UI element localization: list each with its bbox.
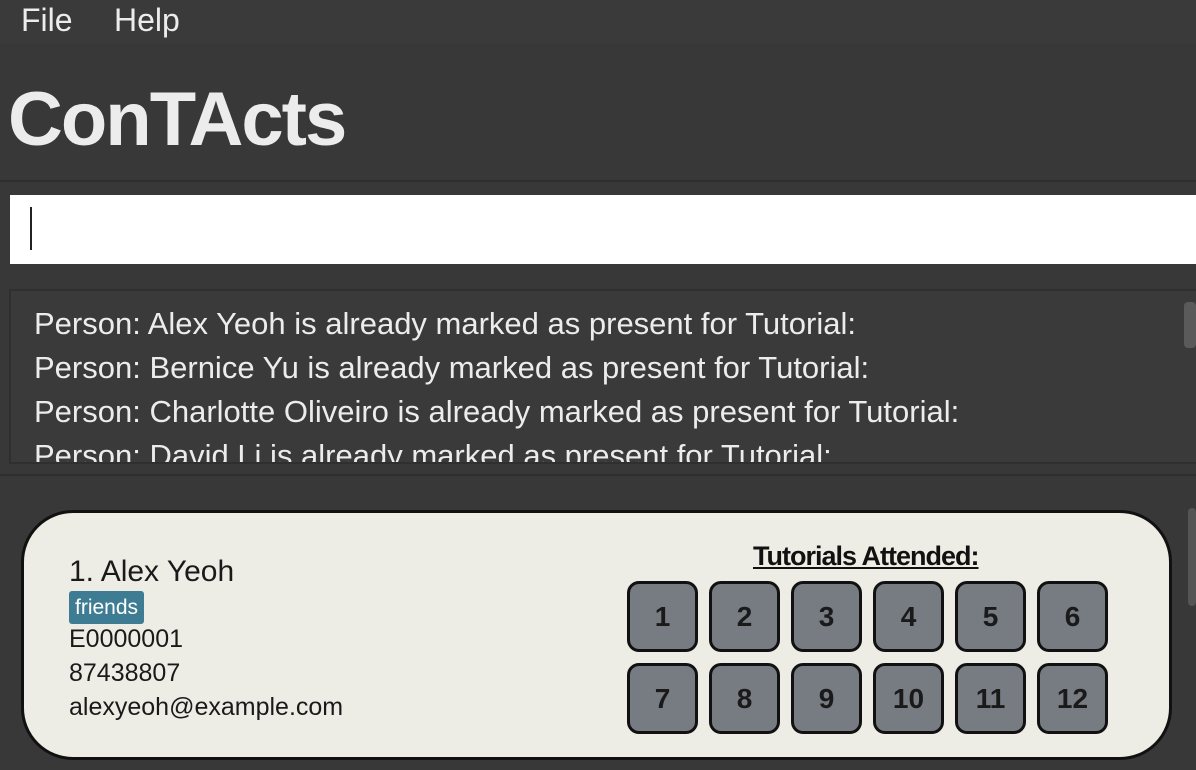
app-title: ConTActs [8, 77, 347, 162]
student-id: E0000001 [69, 625, 184, 653]
tutorial-box: 10 [873, 663, 944, 734]
menu-help[interactable]: Help [114, 2, 180, 39]
person-name: 1. Alex Yeoh [69, 555, 235, 588]
tutorial-box: 11 [955, 663, 1026, 734]
tutorial-box: 8 [709, 663, 780, 734]
result-line: Person: Alex Yeoh is already marked as p… [34, 306, 856, 341]
tutorial-box: 9 [791, 663, 862, 734]
divider [0, 180, 1196, 182]
result-line: Person: Charlotte Oliveiro is already ma… [34, 394, 960, 429]
result-line: Person: David Li is already marked as pr… [34, 438, 832, 464]
result-display[interactable]: Person: Alex Yeoh is already marked as p… [9, 289, 1196, 464]
tutorial-box: 2 [709, 581, 780, 652]
command-input[interactable] [10, 195, 1196, 264]
tutorial-box: 12 [1037, 663, 1108, 734]
text-caret [30, 207, 32, 250]
phone-number: 87438807 [69, 659, 181, 687]
person-card[interactable]: 1. Alex Yeoh friends E0000001 87438807 a… [21, 510, 1172, 760]
tutorials-title: Tutorials Attended: [753, 541, 979, 571]
tag-badge: friends [69, 591, 145, 624]
tutorial-box: 5 [955, 581, 1026, 652]
result-scrollbar[interactable] [1184, 302, 1196, 348]
divider [0, 474, 1196, 476]
list-scrollbar[interactable] [1188, 508, 1196, 606]
tutorial-box: 1 [627, 581, 698, 652]
tutorial-box: 3 [791, 581, 862, 652]
tutorial-box: 6 [1037, 581, 1108, 652]
menu-file[interactable]: File [21, 2, 73, 39]
result-line: Person: Bernice Yu is already marked as … [34, 350, 870, 385]
tutorial-box: 7 [627, 663, 698, 734]
menu-bar: File Help [0, 0, 1196, 44]
tutorial-box: 4 [873, 581, 944, 652]
email-address: alexyeoh@example.com [69, 693, 344, 721]
